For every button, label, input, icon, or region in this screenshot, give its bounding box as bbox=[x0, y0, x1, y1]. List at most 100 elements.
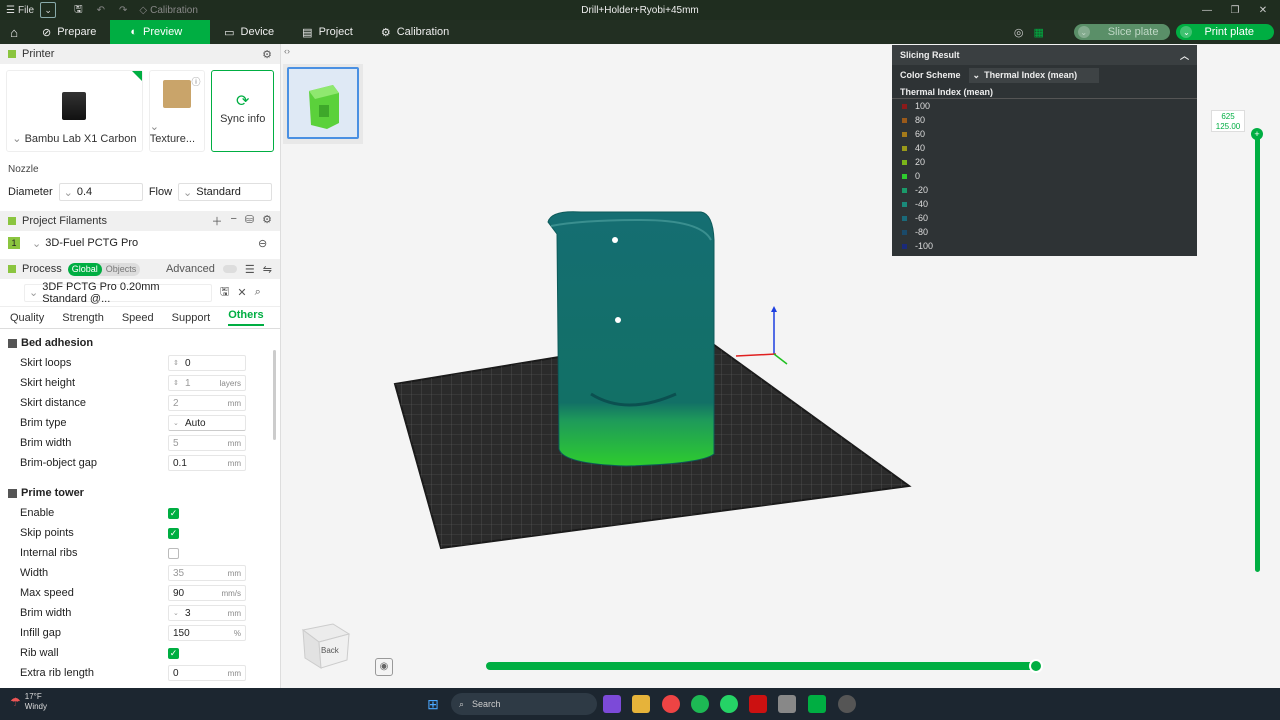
chrome-icon[interactable] bbox=[662, 695, 680, 713]
rib-wall-checkbox[interactable] bbox=[168, 647, 179, 659]
stepper-icon[interactable]: ⇕ bbox=[173, 379, 183, 387]
minimize-icon[interactable]: — bbox=[1194, 0, 1220, 20]
option-row: Max speed 90 mm/s bbox=[0, 583, 280, 603]
multi-device-icon[interactable]: ▦ bbox=[1032, 25, 1046, 39]
weather-widget[interactable]: ☂ 17°F Windy bbox=[10, 692, 47, 712]
tab-others[interactable]: Others bbox=[228, 309, 264, 326]
prime-brim-width-select[interactable]: ⌄ 3 mm bbox=[168, 605, 246, 621]
spotify-icon[interactable] bbox=[691, 695, 709, 713]
infill-gap-input[interactable]: 150% bbox=[168, 625, 246, 641]
skip-points-checkbox[interactable] bbox=[168, 527, 179, 539]
tab-speed[interactable]: Speed bbox=[122, 312, 154, 324]
toggle-global[interactable]: Global bbox=[67, 262, 102, 276]
whatsapp-icon[interactable] bbox=[720, 695, 738, 713]
filament-index-badge[interactable]: 1 bbox=[8, 237, 20, 249]
printer-selector[interactable]: ⌄ Bambu Lab X1 Carbon bbox=[6, 70, 143, 152]
gear-icon[interactable]: ⚙ bbox=[262, 213, 272, 229]
save-preset-icon[interactable]: 🖫 bbox=[220, 283, 229, 302]
tab-device[interactable]: ▭ Device bbox=[210, 20, 288, 44]
collapse-icon[interactable]: ︿ bbox=[1180, 49, 1189, 62]
tab-prepare[interactable]: ⊘ Prepare bbox=[28, 20, 110, 44]
filament-item[interactable]: 1 ⌄ 3D-Fuel PCTG Pro ⊖ bbox=[0, 231, 280, 255]
close-icon[interactable]: ✕ bbox=[1250, 0, 1276, 20]
brim-type-select[interactable]: ⌄ Auto bbox=[168, 415, 246, 431]
move-slider-handle[interactable] bbox=[1029, 659, 1043, 673]
copilot-icon[interactable] bbox=[603, 695, 621, 713]
skirt-height-input[interactable]: ⇕ 1 layers bbox=[168, 375, 246, 391]
plate-selector[interactable]: ⓘ ⌄ Texture... bbox=[148, 70, 206, 152]
preview-viewport[interactable]: ‹› Slicing Result ︿ Color Scheme ⌄ Therm… bbox=[281, 44, 1280, 688]
option-row: Extra rib length 0 mm bbox=[0, 663, 280, 683]
toggle-objects[interactable]: Objects bbox=[102, 263, 141, 276]
redo-icon: ↷ bbox=[119, 4, 128, 16]
flow-select[interactable]: ⌄ Standard bbox=[178, 183, 272, 201]
tab-quality[interactable]: Quality bbox=[10, 312, 44, 324]
restore-icon[interactable]: ❐ bbox=[1222, 0, 1248, 20]
group-icon bbox=[8, 488, 17, 498]
tab-preview[interactable]: ◐ Preview bbox=[110, 20, 211, 44]
print-plate-button[interactable]: ⌄ Print plate bbox=[1176, 24, 1274, 40]
max-speed-input[interactable]: 90 mm/s bbox=[168, 585, 246, 601]
remove-icon[interactable]: − bbox=[230, 213, 236, 229]
tab-project[interactable]: ▤ Project bbox=[288, 20, 367, 44]
legend-label: -60 bbox=[915, 213, 929, 223]
settings-scrollbar[interactable] bbox=[273, 350, 276, 440]
chevron-down-icon[interactable]: ⌄ bbox=[1180, 26, 1193, 38]
windows-start-icon[interactable]: ⊞ bbox=[424, 695, 442, 713]
settings-app-icon[interactable] bbox=[838, 695, 856, 713]
filament-select[interactable]: ⌄ 3D-Fuel PCTG Pro bbox=[28, 234, 250, 252]
list-icon[interactable]: ☰ bbox=[245, 263, 255, 276]
close-icon[interactable]: ✕ bbox=[237, 286, 246, 299]
file-menu[interactable]: ☰ File bbox=[6, 5, 34, 16]
more-options-icon[interactable]: ⊖ bbox=[258, 237, 267, 250]
gear-icon[interactable]: ⚙ bbox=[262, 48, 272, 61]
tab-strength[interactable]: Strength bbox=[62, 312, 104, 324]
taskbar-search[interactable]: ⌕ Search bbox=[451, 693, 597, 715]
bambu-studio-icon[interactable] bbox=[808, 695, 826, 713]
diameter-label: Diameter bbox=[8, 186, 53, 198]
fingerprint-icon[interactable]: ◎ bbox=[1012, 25, 1026, 39]
legend-item: 80 bbox=[892, 113, 1197, 127]
compare-icon[interactable]: ⇋ bbox=[263, 263, 272, 276]
device-icon: ▭ bbox=[224, 26, 235, 39]
tab-support[interactable]: Support bbox=[172, 312, 211, 324]
sync-info-button[interactable]: ⟳ Sync info bbox=[211, 70, 274, 152]
file-dropdown-button[interactable]: ⌄ bbox=[40, 2, 57, 18]
save-button[interactable]: 🖫 bbox=[74, 2, 83, 19]
width-input[interactable]: 35 mm bbox=[168, 565, 246, 581]
extra-rib-length-input[interactable]: 0 mm bbox=[168, 665, 246, 681]
home-button[interactable]: ⌂ bbox=[0, 20, 28, 44]
search-icon[interactable]: ⌕ bbox=[255, 286, 261, 299]
acrobat-icon[interactable] bbox=[749, 695, 767, 713]
calibration-breadcrumb[interactable]: ◇ Calibration bbox=[139, 5, 198, 16]
advanced-switch[interactable] bbox=[222, 265, 237, 273]
brim-object-gap-input[interactable]: 0.1 mm bbox=[168, 455, 246, 471]
legend-label: -100 bbox=[915, 241, 934, 251]
sliced-model[interactable] bbox=[547, 211, 715, 467]
filament-sync-icon[interactable]: ⛁ bbox=[245, 213, 254, 229]
move-slider[interactable] bbox=[486, 662, 1038, 670]
stepper-icon[interactable]: ⇕ bbox=[173, 359, 183, 367]
add-icon[interactable]: ＋ bbox=[211, 213, 222, 229]
layer-slider[interactable] bbox=[1255, 132, 1260, 572]
global-objects-toggle[interactable]: Global Objects bbox=[67, 262, 141, 276]
redo-button[interactable]: ↷ bbox=[119, 5, 127, 16]
camera-reset-icon[interactable]: ◉ bbox=[375, 658, 393, 676]
skirt-distance-input[interactable]: 2 mm bbox=[168, 395, 246, 411]
info-icon[interactable]: ⓘ bbox=[191, 75, 200, 88]
diameter-select[interactable]: ⌄ 0.4 bbox=[58, 183, 143, 201]
calculator-icon[interactable] bbox=[778, 695, 796, 713]
tab-calibration[interactable]: ⚙ Calibration bbox=[367, 20, 463, 44]
layer-slider-handle[interactable]: + bbox=[1251, 128, 1263, 140]
process-preset-select[interactable]: ⌄ 3DF PCTG Pro 0.20mm Standard @... bbox=[24, 281, 212, 305]
skirt-loops-input[interactable]: ⇕ 0 bbox=[168, 355, 246, 371]
internal-ribs-checkbox[interactable] bbox=[168, 547, 179, 559]
enable-checkbox[interactable] bbox=[168, 507, 179, 519]
view-cube[interactable]: Back bbox=[297, 614, 353, 670]
brim-width-input[interactable]: 5 mm bbox=[168, 435, 246, 451]
slice-plate-button[interactable]: ⌄ Slice plate bbox=[1073, 24, 1171, 40]
chevron-down-icon[interactable]: ⌄ bbox=[1077, 26, 1090, 38]
undo-button[interactable]: ↶ bbox=[97, 5, 105, 16]
color-scheme-select[interactable]: ⌄ Thermal Index (mean) bbox=[968, 67, 1099, 83]
file-explorer-icon[interactable] bbox=[632, 695, 650, 713]
